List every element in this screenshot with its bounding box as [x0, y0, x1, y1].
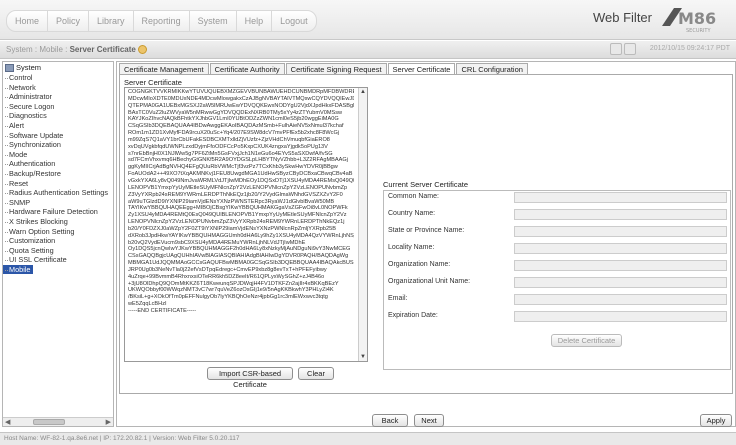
locality-name-label: Locality Name:	[388, 244, 435, 251]
organization-name-label: Organization Name:	[388, 261, 451, 268]
tab-certificate-management[interactable]: Certificate Management	[119, 63, 209, 74]
sidebar-item-quota-setting[interactable]: Quota Setting	[3, 246, 113, 256]
state-province-label: State or Province Name:	[388, 227, 465, 234]
tab-certificate-authority[interactable]: Certificate Authority	[209, 63, 285, 74]
scroll-up-icon[interactable]: ▲	[360, 89, 366, 95]
email-label: Email:	[388, 295, 408, 302]
m86-logo: M86 SECURITY	[662, 8, 716, 34]
status-ip: IP: 172.20.82.1	[103, 435, 148, 442]
main-panel: Certificate Management Certificate Autho…	[116, 61, 736, 427]
server-certificate-label: Server Certificate	[124, 78, 182, 87]
sidebar-item-diagnostics[interactable]: Diagnostics	[3, 111, 113, 121]
tab-panel: Server Certificate COGNGKTVVKRMIKKwYTUVU…	[119, 74, 733, 394]
nav-logout[interactable]: Logout	[271, 10, 317, 32]
breadcrumb-prefix: System : Mobile :	[6, 45, 70, 54]
sidebar-item-radius-authentication-settings[interactable]: Radius Authentication Settings	[3, 188, 113, 198]
sidebar-item-secure-logon[interactable]: Secure Logon	[3, 102, 113, 112]
sidebar-item-reset[interactable]: Reset	[3, 179, 113, 189]
sidebar-item-hardware-failure-detection[interactable]: Hardware Failure Detection	[3, 207, 113, 217]
sidebar-item-software-update[interactable]: Software Update	[3, 131, 113, 141]
toolbar-icons	[610, 43, 636, 55]
refresh-icon[interactable]	[610, 43, 622, 55]
sidebar-item-administrator[interactable]: Administrator	[3, 92, 113, 102]
sidebar-item-mobile[interactable]: Mobile	[3, 264, 33, 275]
scroll-down-icon[interactable]: ▼	[360, 354, 366, 360]
tab-certificate-signing-request[interactable]: Certificate Signing Request	[285, 63, 387, 74]
sidebar-item-backup-restore[interactable]: Backup/Restore	[3, 169, 113, 179]
sidebar-item-alert[interactable]: Alert	[3, 121, 113, 131]
nav-reporting[interactable]: Reporting	[132, 10, 190, 32]
folder-icon	[5, 63, 14, 72]
sidebar-tree: System Control Network Administrator Secure…	[2, 61, 114, 427]
organization-name-field	[514, 260, 727, 271]
current-certificate-title: Current Server Certificate	[383, 180, 469, 189]
logo-text: M86	[678, 9, 716, 28]
scroll-right-icon[interactable]: ▶	[106, 418, 111, 426]
top-bar: Home Policy Library Reporting System Hel…	[0, 0, 736, 40]
import-csr-certificate-button[interactable]: Import CSR-based Certificate	[207, 367, 293, 389]
locality-name-field	[514, 243, 727, 254]
email-field	[514, 294, 727, 305]
status-bar: Host Name: WF-82-1.qa.8e6.net | IP: 172.…	[0, 432, 736, 445]
print-icon[interactable]	[624, 43, 636, 55]
back-button[interactable]: Back	[372, 414, 408, 427]
certificate-text: COGNGKTVVKRMIKKwYTUVUQUEBXMZGEVVBUNBAWUE…	[128, 89, 354, 314]
breadcrumb-bar: System : Mobile : Server Certificate 201…	[0, 41, 736, 59]
clear-button[interactable]: Clear	[298, 367, 334, 380]
nav-library[interactable]: Library	[88, 10, 134, 32]
vertical-scrollbar[interactable]: ▲ ▼	[358, 88, 367, 361]
sidebar-item-customization[interactable]: Customization	[3, 236, 113, 246]
nav-help[interactable]: Help	[235, 10, 273, 32]
sidebar-item-warn-option-setting[interactable]: Warn Option Setting	[3, 227, 113, 237]
tree-root[interactable]: System	[3, 62, 113, 73]
common-name-field	[514, 192, 727, 203]
certificate-textarea[interactable]: COGNGKTVVKRMIKKwYTUVUQUEBXMZGEVVBUNBAWUE…	[124, 87, 368, 362]
sidebar-item-snmp[interactable]: SNMP	[3, 198, 113, 208]
expiration-date-field	[514, 311, 727, 322]
country-name-field	[514, 209, 727, 220]
status-version: Version: Web Filter 5.0.20.117	[152, 435, 240, 442]
sidebar-item-network[interactable]: Network	[3, 83, 113, 93]
horizontal-scrollbar[interactable]: ◀ ▶	[3, 417, 113, 426]
nav-system[interactable]: System	[188, 10, 237, 32]
breadcrumb-current: Server Certificate	[69, 45, 136, 54]
expiration-date-label: Expiration Date:	[388, 312, 438, 319]
sidebar-item-control[interactable]: Control	[3, 73, 113, 83]
nav-policy[interactable]: Policy	[47, 10, 90, 32]
timestamp: 2012/10/15 09:24:17 PDT	[649, 45, 730, 52]
common-name-label: Common Name:	[388, 193, 439, 200]
status-host: Host Name: WF-82-1.qa.8e6.net	[4, 435, 98, 442]
apply-button[interactable]: Apply	[700, 414, 732, 427]
main-nav: Home Policy Library Reporting System Hel…	[6, 10, 317, 32]
next-button[interactable]: Next	[414, 414, 444, 427]
breadcrumb: System : Mobile : Server Certificate	[6, 45, 148, 55]
help-icon[interactable]	[138, 45, 148, 55]
sidebar-item-mode[interactable]: Mode	[3, 150, 113, 160]
tab-crl-configuration[interactable]: CRL Configuration	[456, 63, 528, 74]
country-name-label: Country Name:	[388, 210, 436, 217]
scroll-thumb[interactable]	[33, 419, 65, 425]
sidebar-item-ui-ssl-certificate[interactable]: UI SSL Certificate	[3, 255, 113, 265]
tree-root-label: System	[16, 63, 42, 72]
product-name: Web Filter	[593, 10, 652, 25]
logo-subtext: SECURITY	[686, 28, 711, 34]
scroll-left-icon[interactable]: ◀	[5, 418, 10, 426]
sidebar-item-x-strikes-blocking[interactable]: X Strikes Blocking	[3, 217, 113, 227]
state-province-field	[514, 226, 727, 237]
nav-home[interactable]: Home	[6, 10, 49, 32]
organizational-unit-field	[514, 277, 727, 288]
current-certificate-form: Common Name: Country Name: State or Prov…	[383, 190, 731, 370]
organizational-unit-label: Organizational Unit Name:	[388, 278, 471, 285]
delete-certificate-button[interactable]: Delete Certificate	[551, 334, 622, 347]
sidebar-item-authentication[interactable]: Authentication	[3, 159, 113, 169]
sidebar-item-synchronization[interactable]: Synchronization	[3, 140, 113, 150]
